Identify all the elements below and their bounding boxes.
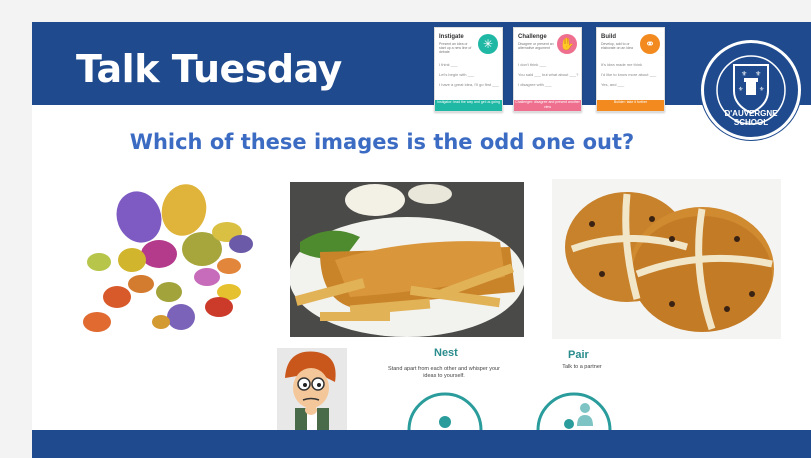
star-icon: ✳ — [478, 34, 498, 54]
card-title: Build — [601, 34, 616, 40]
card-line: I disagree with ___ — [518, 82, 552, 87]
fish-and-chips-image — [290, 182, 524, 337]
card-line: Yes, and ___ — [601, 82, 625, 87]
school-crest-logo: ⚜ ⚜ ⚜ ⚜ D'AUVERGNE SCHOOL — [701, 40, 801, 140]
card-line: I'd like to know more about ___ — [601, 72, 657, 77]
card-title: Challenge — [518, 34, 547, 40]
chocolate-eggs-image — [69, 182, 269, 342]
card-footer: Challenger: disagree and present another… — [514, 100, 581, 111]
card-instigate: Instigate Present an idea or start up a … — [434, 27, 503, 112]
pair-description: Talk to a partner — [562, 364, 602, 370]
nest-title: Nest — [434, 347, 458, 359]
pair-title: Pair — [568, 349, 589, 361]
svg-text:⚜: ⚜ — [741, 70, 747, 78]
card-line: I think ___ — [439, 62, 458, 67]
card-line: You said ___ but what about ___? — [518, 72, 579, 77]
slide: Talk Tuesday Instigate Present an idea o… — [32, 22, 811, 458]
card-line: I don't think ___ — [518, 62, 547, 67]
svg-text:⚜: ⚜ — [759, 86, 764, 93]
card-subtitle: Present an idea or start up a new line o… — [439, 42, 472, 54]
title-banner: Talk Tuesday — [32, 22, 811, 105]
footer-banner — [32, 430, 811, 458]
card-footer: Instigator: lead the way and get us goin… — [435, 100, 502, 111]
slide-title: Talk Tuesday — [76, 47, 342, 91]
svg-text:⚜: ⚜ — [755, 70, 761, 78]
hand-icon: ✋ — [557, 34, 577, 54]
card-subtitle: Develop, add to or elaborate on an idea — [601, 42, 633, 50]
card-footer: Builder: take it further — [597, 100, 664, 111]
card-subtitle: Disagree or present an alternative argum… — [518, 42, 554, 50]
card-line: Let's begin with ___ — [439, 72, 475, 77]
connect-icon: ⚭ — [640, 34, 660, 54]
card-line: It's idea made me think — [601, 62, 643, 67]
card-title: Instigate — [439, 34, 464, 40]
crest-text: D'AUVERGNE SCHOOL — [724, 109, 778, 127]
card-build: Build Develop, add to or elaborate on an… — [596, 27, 665, 112]
card-challenge: Challenge Disagree or present an alterna… — [513, 27, 582, 112]
nest-description: Stand apart from each other and whisper … — [388, 366, 500, 379]
card-line: I have a great idea, I'll go first ___ — [439, 82, 499, 87]
svg-text:⚜: ⚜ — [738, 86, 743, 93]
hot-cross-buns-image — [552, 179, 781, 339]
question-text: Which of these images is the odd one out… — [129, 130, 635, 154]
